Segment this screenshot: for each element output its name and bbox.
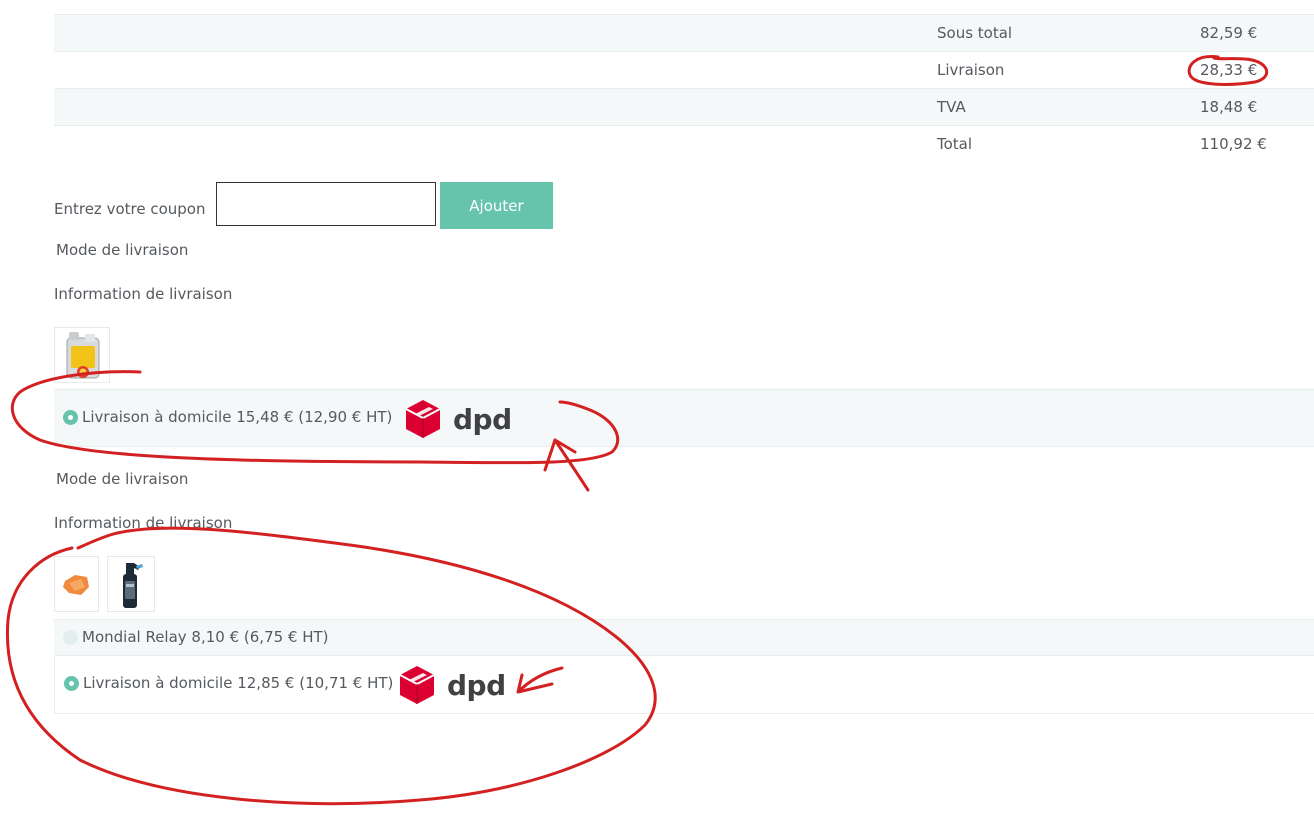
coupon-label: Entrez votre coupon: [54, 200, 206, 218]
cleaning-cloth-icon: [63, 575, 89, 595]
shipping-option-label: Mondial Relay 8,10 € (6,75 € HT): [82, 628, 329, 646]
spray-bottle-icon: [123, 563, 143, 608]
summary-row-shipping: Livraison 28,33 €: [54, 51, 1314, 88]
dpd-logo: dpd: [405, 399, 515, 439]
dpd-logo-text: dpd: [453, 403, 512, 436]
radio-selected[interactable]: [63, 410, 78, 425]
summary-value: 28,33 €: [1200, 61, 1258, 79]
product-thumbnail[interactable]: [107, 556, 155, 612]
shipping-mode-label: Mode de livraison: [56, 470, 189, 488]
product-thumbnail[interactable]: [54, 327, 110, 383]
dpd-cube-icon: [405, 400, 441, 438]
summary-row-total: Total 110,92 €: [54, 125, 1314, 162]
shipping-option-label: Livraison à domicile 15,48 € (12,90 € HT…: [82, 408, 393, 426]
product-thumbnail[interactable]: [54, 556, 99, 612]
shipping-info-label: Information de livraison: [54, 285, 233, 303]
summary-label: Total: [937, 135, 973, 153]
radio-unselected[interactable]: [63, 630, 78, 645]
shipping-option-row[interactable]: Livraison à domicile 12,85 € (10,71 € HT…: [54, 656, 1314, 714]
summary-label: Sous total: [937, 24, 1013, 42]
summary-label: TVA: [937, 98, 966, 116]
summary-label: Livraison: [937, 61, 1005, 79]
radio-selected[interactable]: [64, 676, 79, 691]
shipping-option-label: Livraison à domicile 12,85 € (10,71 € HT…: [83, 674, 394, 692]
order-summary-table: Sous total 82,59 € Livraison 28,33 € TVA…: [54, 14, 1314, 162]
shipping-option-row[interactable]: Mondial Relay 8,10 € (6,75 € HT): [54, 619, 1314, 656]
shipping-info-label: Information de livraison: [54, 514, 233, 532]
shipping-option-row[interactable]: Livraison à domicile 15,48 € (12,90 € HT…: [54, 389, 1314, 447]
summary-value: 110,92 €: [1200, 135, 1267, 153]
dpd-logo-text: dpd: [447, 669, 506, 702]
annotation-arrow-1: [543, 438, 590, 492]
motor-oil-can-icon: [66, 332, 100, 379]
dpd-logo: dpd: [399, 665, 509, 705]
summary-value: 18,48 €: [1200, 98, 1258, 116]
add-coupon-button[interactable]: Ajouter: [440, 182, 553, 229]
summary-value: 82,59 €: [1200, 24, 1258, 42]
summary-row-subtotal: Sous total 82,59 €: [54, 14, 1314, 51]
coupon-input[interactable]: [216, 182, 436, 226]
dpd-cube-icon: [399, 666, 435, 704]
shipping-mode-label: Mode de livraison: [56, 241, 189, 259]
summary-row-vat: TVA 18,48 €: [54, 88, 1314, 125]
